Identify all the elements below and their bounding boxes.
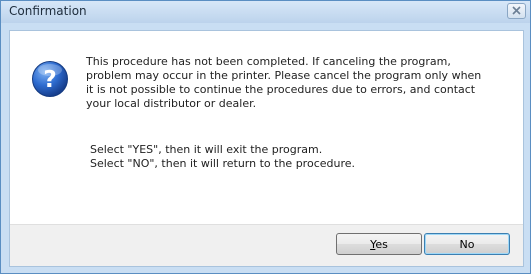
close-button[interactable] (507, 3, 526, 19)
message-text: This procedure has not been completed. I… (86, 55, 511, 111)
instruction-yes: Select "YES", then it will exit the prog… (90, 143, 323, 156)
dialog-content: ? This procedure has not been completed.… (9, 30, 524, 267)
message-line: your local distributor or dealer. (86, 97, 257, 110)
yes-button[interactable]: Yes (336, 233, 422, 255)
instruction-text: Select "YES", then it will exit the prog… (90, 143, 355, 171)
confirmation-dialog: Confirmation ? This procedure has not be… (0, 0, 531, 274)
instruction-no: Select "NO", then it will return to the … (90, 157, 356, 170)
no-button[interactable]: No (424, 233, 510, 255)
question-icon: ? (32, 61, 68, 97)
message-line: it is not possible to continue the proce… (86, 83, 476, 96)
window-title: Confirmation (9, 4, 87, 18)
svg-text:?: ? (43, 67, 56, 93)
message-line: problem may occur in the printer. Please… (86, 69, 482, 82)
button-bar: Yes No (10, 224, 523, 266)
yes-label: es (375, 237, 388, 251)
close-icon (512, 6, 521, 15)
title-bar[interactable]: Confirmation (1, 1, 530, 23)
message-line: This procedure has not been completed. I… (86, 55, 451, 68)
